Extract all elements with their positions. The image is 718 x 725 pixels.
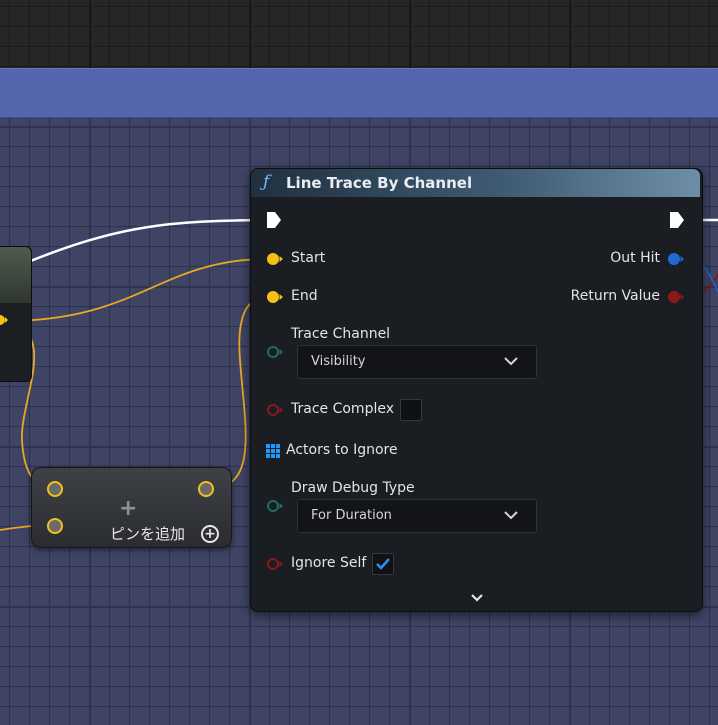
draw-debug-type-value: For Duration: [311, 508, 392, 523]
checkmark-icon: [376, 558, 390, 570]
previous-node-vector-pin[interactable]: [0, 313, 8, 327]
array-input-pin-1[interactable]: [47, 518, 63, 534]
function-icon: ƒ: [263, 172, 270, 192]
vector-wire-start: [4, 258, 269, 322]
actors-to-ignore-label: Actors to Ignore: [286, 442, 398, 458]
draw-debug-type-label: Draw Debug Type: [291, 480, 415, 496]
array-input-pin-0[interactable]: [47, 481, 63, 497]
trace-complex-label: Trace Complex: [291, 401, 394, 417]
end-label: End: [291, 288, 318, 304]
out-hit-label: Out Hit: [610, 250, 660, 266]
start-pin[interactable]: [266, 252, 284, 266]
exec-output-pin[interactable]: [669, 211, 685, 229]
return-value-label: Return Value: [570, 288, 660, 304]
expand-chevron-icon[interactable]: [469, 592, 485, 604]
line-trace-node[interactable]: [250, 168, 703, 612]
array-output-pin[interactable]: [198, 481, 214, 497]
ignore-self-checkbox[interactable]: [372, 553, 394, 575]
draw-debug-type-dropdown[interactable]: For Duration: [297, 499, 537, 533]
add-circle-icon[interactable]: +: [201, 525, 219, 543]
chevron-down-icon: [504, 357, 518, 366]
trace-complex-checkbox[interactable]: [400, 399, 422, 421]
trace-complex-pin[interactable]: [266, 403, 284, 417]
ignore-self-pin[interactable]: [266, 557, 284, 571]
array-grid-icon[interactable]: [266, 444, 280, 458]
end-pin[interactable]: [266, 290, 284, 304]
start-label: Start: [291, 250, 326, 266]
exec-wire-in: [27, 218, 265, 264]
plus-icon: +: [119, 496, 138, 521]
trace-channel-label: Trace Channel: [291, 326, 391, 342]
draw-debug-type-pin[interactable]: [266, 499, 284, 513]
out-hit-pin[interactable]: [667, 252, 685, 266]
return-value-pin[interactable]: [667, 290, 685, 304]
add-pin-label[interactable]: ピンを追加: [110, 523, 185, 544]
ignore-self-label: Ignore Self: [291, 555, 367, 571]
chevron-down-icon: [504, 511, 518, 520]
node-title: Line Trace By Channel: [286, 174, 473, 192]
previous-node-header: [0, 247, 31, 303]
trace-channel-value: Visibility: [311, 354, 366, 369]
exec-input-pin[interactable]: [266, 211, 282, 229]
trace-channel-dropdown[interactable]: Visibility: [297, 345, 537, 379]
trace-channel-pin[interactable]: [266, 345, 284, 359]
